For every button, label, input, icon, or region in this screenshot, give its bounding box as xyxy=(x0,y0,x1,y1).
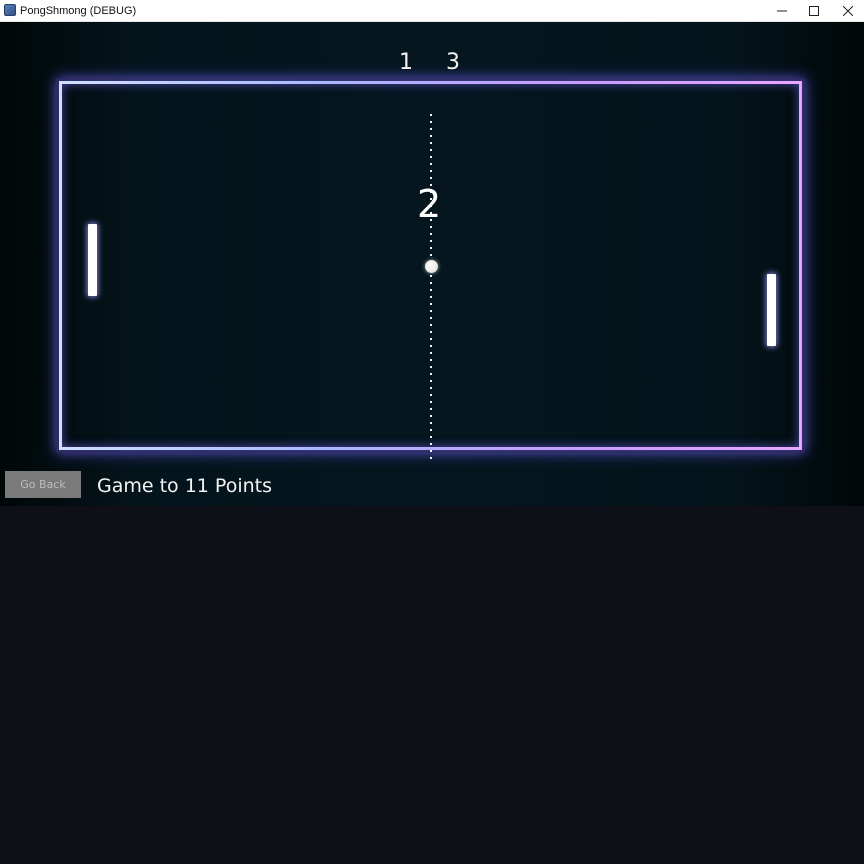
close-button[interactable] xyxy=(830,0,864,21)
go-back-button[interactable]: Go Back xyxy=(5,471,81,498)
empty-area xyxy=(0,506,864,864)
game-viewport: 1 3 2 Go Back Game to 11 Points xyxy=(0,22,864,506)
score-right: 3 xyxy=(446,50,460,75)
title-bar[interactable]: PongShmong (DEBUG) xyxy=(0,0,864,22)
center-counter: 2 xyxy=(417,182,442,226)
ball-icon xyxy=(425,260,438,273)
close-icon xyxy=(843,5,853,16)
maximize-icon xyxy=(809,5,819,16)
center-net xyxy=(430,114,432,464)
left-paddle xyxy=(88,224,97,296)
minimize-button[interactable] xyxy=(764,0,800,21)
score-left: 1 xyxy=(399,50,413,75)
right-paddle xyxy=(767,274,776,346)
window-title: PongShmong (DEBUG) xyxy=(20,5,137,17)
minimize-icon xyxy=(777,10,787,11)
game-goal-label: Game to 11 Points xyxy=(97,475,273,497)
app-icon xyxy=(4,4,16,16)
maximize-button[interactable] xyxy=(796,0,832,21)
game-window: PongShmong (DEBUG) 1 3 2 Go Back Game to… xyxy=(0,0,864,864)
